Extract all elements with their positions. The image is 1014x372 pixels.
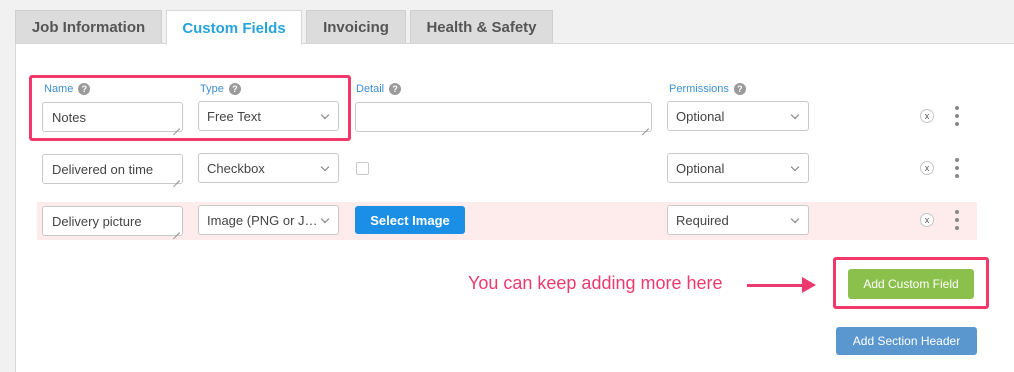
remove-row-button[interactable]: x xyxy=(920,161,934,175)
chevron-down-icon xyxy=(790,162,800,172)
custom-field-name-input[interactable]: Delivered on time xyxy=(42,154,183,184)
custom-field-type-select[interactable]: Checkbox xyxy=(198,153,339,183)
custom-field-name-input[interactable]: Delivery picture xyxy=(42,206,183,236)
row-menu-icon[interactable] xyxy=(955,106,959,128)
custom-field-type-value: Image (PNG or J… xyxy=(207,212,318,228)
annotation-arrow xyxy=(747,284,807,287)
custom-field-permission-value: Optional xyxy=(676,160,725,176)
annotation-highlight-name-type xyxy=(29,75,351,141)
add-section-header-button[interactable]: Add Section Header xyxy=(836,327,977,355)
custom-field-permission-select[interactable]: Optional xyxy=(667,153,809,183)
select-image-button[interactable]: Select Image xyxy=(355,206,465,234)
column-label-permissions-text: Permissions xyxy=(669,83,729,95)
chevron-down-icon xyxy=(790,214,800,224)
add-custom-field-button[interactable]: Add Custom Field xyxy=(848,269,974,299)
resize-handle-icon[interactable] xyxy=(173,174,180,181)
custom-field-type-value: Checkbox xyxy=(207,160,265,176)
chevron-down-icon xyxy=(790,110,800,120)
row-menu-icon[interactable] xyxy=(955,158,959,180)
custom-field-type-select[interactable]: Image (PNG or J… xyxy=(198,205,339,235)
chevron-down-icon xyxy=(320,162,330,172)
resize-handle-icon[interactable] xyxy=(642,122,649,129)
custom-field-detail-checkbox[interactable] xyxy=(356,162,369,175)
tab-invoicing[interactable]: Invoicing xyxy=(306,10,406,44)
help-icon[interactable]: ? xyxy=(733,83,746,95)
custom-field-permission-value: Optional xyxy=(676,108,725,124)
tab-job-information[interactable]: Job Information xyxy=(15,10,162,44)
annotation-text: You can keep adding more here xyxy=(468,273,723,293)
custom-fields-panel: Name ? Type ? Detail ? Permissions ? Not… xyxy=(15,43,1014,372)
remove-row-button[interactable]: x xyxy=(920,109,934,123)
custom-field-permission-select[interactable]: Required xyxy=(667,205,809,235)
column-label-detail: Detail ? xyxy=(356,83,402,95)
column-label-detail-text: Detail xyxy=(356,83,385,95)
help-icon[interactable]: ? xyxy=(389,83,402,95)
column-label-permissions: Permissions ? xyxy=(669,83,746,95)
annotation-arrow-head xyxy=(802,277,816,293)
custom-field-detail-input[interactable] xyxy=(355,102,652,132)
tab-health-safety[interactable]: Health & Safety xyxy=(410,10,553,44)
custom-field-permission-value: Required xyxy=(676,212,729,228)
custom-field-permission-select[interactable]: Optional xyxy=(667,101,809,131)
row-menu-icon[interactable] xyxy=(955,210,959,232)
resize-handle-icon[interactable] xyxy=(173,226,180,233)
custom-field-name-value: Delivery picture xyxy=(52,213,142,229)
remove-row-button[interactable]: x xyxy=(920,213,934,227)
tab-custom-fields[interactable]: Custom Fields xyxy=(166,10,302,45)
custom-field-name-value: Delivered on time xyxy=(52,161,154,177)
